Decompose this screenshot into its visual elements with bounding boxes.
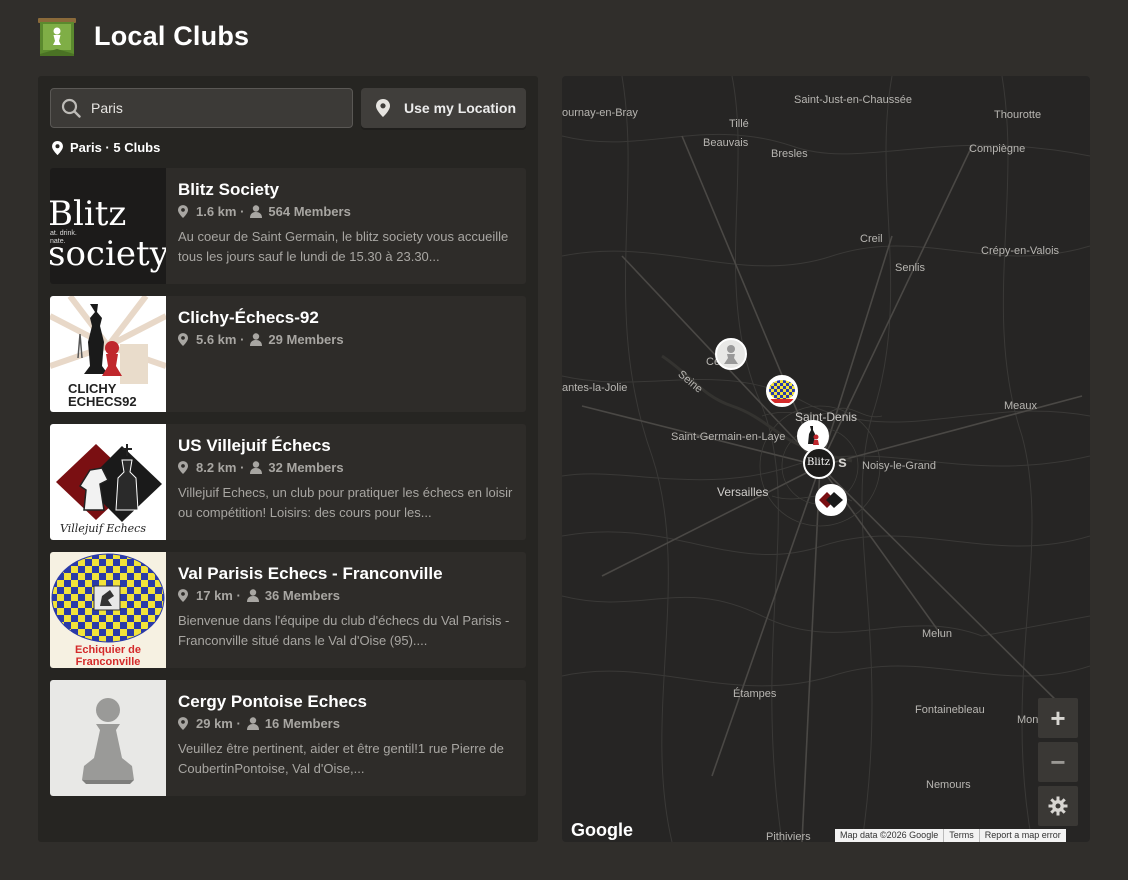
club-description: Bienvenue dans l'équipe du club d'échecs… xyxy=(178,613,510,648)
user-icon xyxy=(246,717,259,730)
club-card-clichy-echecs-92[interactable]: CLICHY ECHECS92 Clichy-Échecs-92 5.6 km … xyxy=(50,296,526,412)
club-distance: 1.6 km · xyxy=(196,204,245,219)
user-icon xyxy=(250,461,263,474)
club-logo-tagline: at. drink. nate. xyxy=(50,230,77,245)
club-members: 564 Members xyxy=(268,204,351,219)
map-label: Creil xyxy=(860,233,883,245)
map-label: Nemours xyxy=(926,779,971,791)
search-input[interactable]: Paris xyxy=(50,88,353,128)
club-meta: 8.2 km · 32 Members xyxy=(178,460,514,475)
club-card-blitz-society[interactable]: Blitz society at. drink. nate. Blitz Soc… xyxy=(50,168,526,284)
map-marker-cergy-pontoise[interactable] xyxy=(715,338,747,370)
map-label: Senlis xyxy=(895,262,925,274)
club-logo: Blitz society at. drink. nate. xyxy=(50,168,166,284)
search-icon xyxy=(61,98,81,118)
pawn-icon xyxy=(82,698,134,784)
club-distance: 29 km · xyxy=(196,716,241,731)
club-logo: CLICHY ECHECS92 xyxy=(50,296,166,412)
club-members: 29 Members xyxy=(268,332,344,347)
club-meta: 17 km · 36 Members xyxy=(178,588,514,603)
map-label: Compiègne xyxy=(969,143,1026,155)
pin-icon xyxy=(178,461,188,474)
zoom-in-button[interactable]: + xyxy=(1038,698,1078,738)
club-name[interactable]: US Villejuif Échecs xyxy=(178,436,514,456)
map-label: Fontainebleau xyxy=(915,704,985,716)
club-description: Veuillez être pertinent, aider et être g… xyxy=(178,741,504,776)
zoom-out-button[interactable]: − xyxy=(1038,742,1078,782)
page-title: Local Clubs xyxy=(94,20,250,51)
club-logo xyxy=(50,680,166,796)
terms-link[interactable]: Terms xyxy=(944,829,980,842)
club-description: Villejuif Echecs, un club pour pratiquer… xyxy=(178,485,513,520)
user-icon xyxy=(246,589,259,602)
pin-icon xyxy=(178,589,188,602)
map-marker-blitz-society[interactable]: Blitz xyxy=(803,447,835,479)
user-icon xyxy=(250,205,263,218)
club-name[interactable]: Cergy Pontoise Echecs xyxy=(178,692,514,712)
club-members: 16 Members xyxy=(264,716,340,731)
club-distance: 5.6 km · xyxy=(196,332,245,347)
report-error-link[interactable]: Report a map error xyxy=(980,829,1066,842)
map-label: Melun xyxy=(922,628,952,640)
map-label: Tillé xyxy=(729,118,749,130)
map-label: Saint-Just-en-Chaussée xyxy=(794,94,913,106)
club-name[interactable]: Val Parisis Echecs - Franconville xyxy=(178,564,514,584)
map-marker-val-parisis[interactable] xyxy=(766,375,798,407)
gear-icon xyxy=(1048,796,1068,816)
map-label: ournay-en-Bray xyxy=(562,107,638,119)
club-logo: Villejuif Echecs xyxy=(50,424,166,540)
map-label: Crépy-en-Valois xyxy=(981,245,1060,257)
pin-icon xyxy=(376,99,390,117)
google-logo: Google xyxy=(571,820,633,840)
club-card-val-parisis-echecs[interactable]: Echiquier de Franconville Val Parisis Ec… xyxy=(50,552,526,668)
club-name[interactable]: Clichy-Échecs-92 xyxy=(178,308,514,328)
pin-icon xyxy=(178,333,188,346)
club-meta: 5.6 km · 29 Members xyxy=(178,332,514,347)
use-my-location-button[interactable]: Use my Location xyxy=(361,88,526,128)
search-value: Paris xyxy=(91,100,123,116)
club-list: Blitz society at. drink. nate. Blitz Soc… xyxy=(50,168,526,808)
map-label: antes-la-Jolie xyxy=(562,382,628,394)
map-label: Versailles xyxy=(717,485,769,499)
use-my-location-label: Use my Location xyxy=(404,100,517,116)
pawn-flag-icon xyxy=(38,16,76,56)
club-logo-text-1: Echiquier de xyxy=(74,644,142,656)
club-meta: 29 km · 16 Members xyxy=(178,716,514,731)
clubs-panel: Paris Use my Location Paris · 5 Clubs Bl… xyxy=(38,76,538,842)
club-members: 32 Members xyxy=(268,460,344,475)
results-summary-text: Paris · 5 Clubs xyxy=(70,140,161,155)
user-icon xyxy=(250,333,263,346)
club-card-cergy-pontoise-echecs[interactable]: Cergy Pontoise Echecs 29 km · 16 Members… xyxy=(50,680,526,796)
map-label: Thourotte xyxy=(994,109,1042,121)
club-distance: 17 km · xyxy=(196,588,241,603)
map-marker-villejuif[interactable] xyxy=(815,484,847,516)
map-label: Meaux xyxy=(1004,400,1038,412)
club-name[interactable]: Blitz Society xyxy=(178,180,514,200)
club-logo: Echiquier de Franconville xyxy=(50,552,166,668)
club-members: 36 Members xyxy=(264,588,340,603)
map-label: Étampes xyxy=(733,688,777,700)
map-label: Noisy-le-Grand xyxy=(862,460,936,472)
map-label: Beauvais xyxy=(703,137,749,149)
club-logo-text: Villejuif Echecs xyxy=(60,522,146,535)
map-attribution: Map data ©2026 Google Terms Report a map… xyxy=(835,829,1066,842)
map-label: Pithiviers xyxy=(766,831,811,842)
club-description: Au coeur de Saint Germain, le blitz soci… xyxy=(178,229,509,264)
map-data-credit: Map data ©2026 Google xyxy=(835,829,945,842)
map-label: Saint-Germain-en-Laye xyxy=(671,431,786,443)
map-settings-button[interactable] xyxy=(1038,786,1078,826)
pin-icon xyxy=(52,140,63,155)
map-label: Bresles xyxy=(771,148,808,160)
results-summary: Paris · 5 Clubs xyxy=(52,140,160,155)
club-distance: 8.2 km · xyxy=(196,460,245,475)
pin-icon xyxy=(178,717,188,730)
clubs-map[interactable]: Saint-Just-en-Chaussée ournay-en-Bray Th… xyxy=(562,76,1090,842)
page-header: Local Clubs xyxy=(38,16,249,56)
club-logo-text: CLICHY ECHECS92 xyxy=(68,381,137,409)
club-card-us-villejuif-echecs[interactable]: Villejuif Echecs US Villejuif Échecs 8.2… xyxy=(50,424,526,540)
map-label: s xyxy=(838,454,847,471)
club-meta: 1.6 km · 564 Members xyxy=(178,204,514,219)
pin-icon xyxy=(178,205,188,218)
club-logo-text-2: Franconville xyxy=(75,656,141,668)
